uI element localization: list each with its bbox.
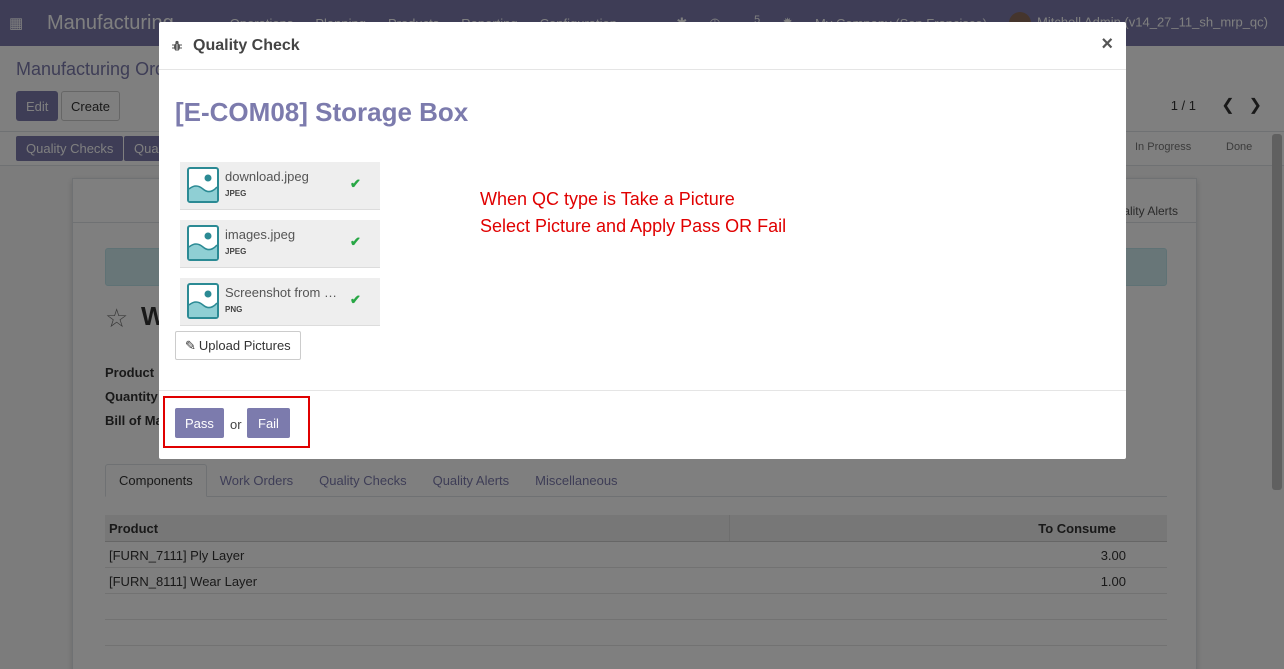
attachment-type: PNG — [225, 305, 243, 314]
bug-icon — [172, 40, 182, 51]
image-file-icon — [187, 283, 219, 319]
attachment-name: images.jpeg — [225, 227, 296, 242]
upload-pictures-button[interactable]: ✎ Upload Pictures — [175, 331, 301, 360]
check-icon: ✔ — [350, 176, 361, 191]
close-icon[interactable]: × — [1101, 33, 1113, 56]
modal-footer: Pass or Fail — [159, 390, 1126, 459]
quality-check-dialog: Quality Check × [E-COM08] Storage Box do… — [159, 22, 1126, 459]
product-title: [E-COM08] Storage Box — [175, 97, 469, 127]
paperclip-icon: ✎ — [185, 337, 196, 353]
attachment-type: JPEG — [225, 247, 247, 256]
modal-title: Quality Check — [193, 36, 300, 54]
attachment-item[interactable]: Screenshot from 2021-11-27 PNG ✔ — [180, 278, 380, 326]
image-file-icon — [187, 167, 219, 203]
attachment-type: JPEG — [225, 189, 247, 198]
pass-button[interactable]: Pass — [175, 408, 224, 438]
or-separator: or — [230, 417, 242, 432]
upload-pictures-label: Upload Pictures — [198, 338, 291, 353]
image-file-icon — [187, 225, 219, 261]
attachment-item[interactable]: download.jpeg JPEG ✔ — [180, 162, 380, 210]
fail-button[interactable]: Fail — [247, 408, 290, 438]
attachment-item[interactable]: images.jpeg JPEG ✔ — [180, 220, 380, 268]
attachment-name: Screenshot from 2021-11-27 — [225, 285, 340, 300]
check-icon: ✔ — [350, 234, 361, 249]
modal-header: Quality Check — [159, 22, 1126, 70]
check-icon: ✔ — [350, 292, 361, 307]
attachment-name: download.jpeg — [225, 169, 309, 184]
annotation-text-line1: When QC type is Take a Picture — [480, 189, 735, 209]
annotation-text-line2: Select Picture and Apply Pass OR Fail — [480, 216, 787, 236]
